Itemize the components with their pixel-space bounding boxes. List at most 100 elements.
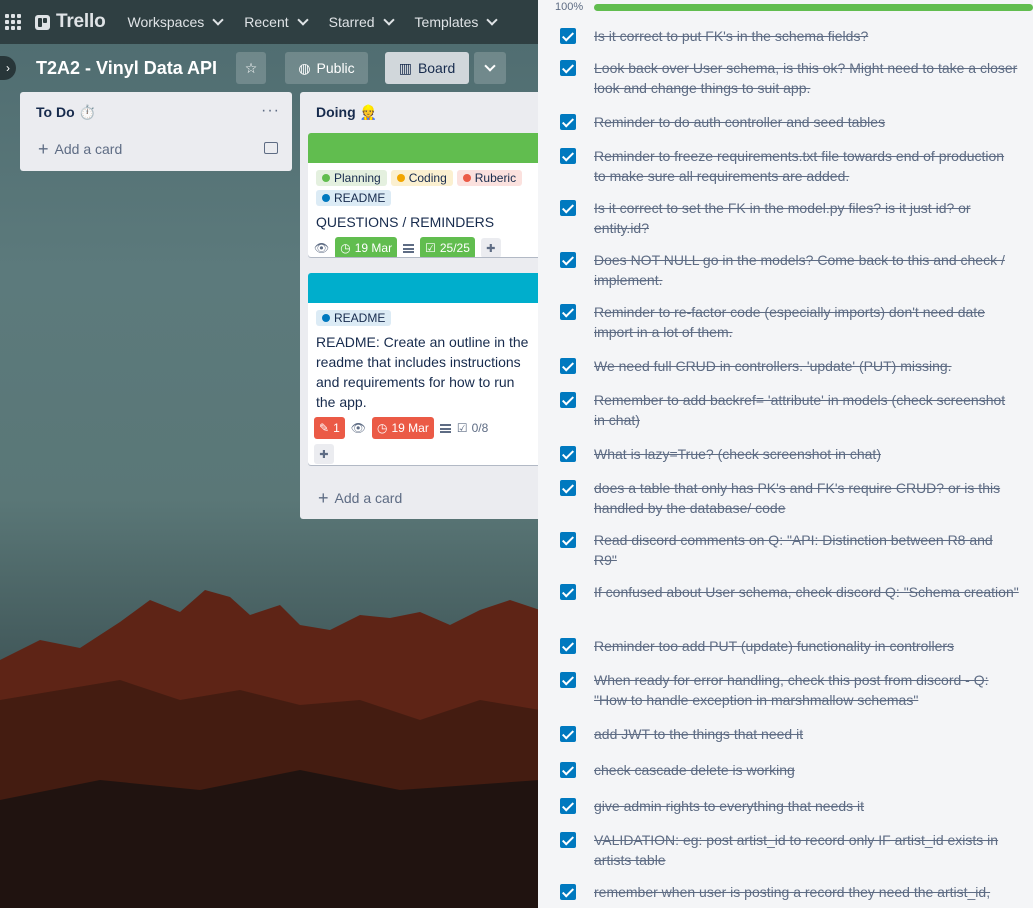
checklist-item-text[interactable]: give admin rights to everything that nee… [594,796,1019,816]
checklist-item-checkbox[interactable] [560,832,576,848]
label-readme[interactable]: README [316,190,392,206]
watching-eye-icon: 👁 [314,241,330,255]
checklist-item-text[interactable]: Reminder to re-factor code (especially i… [594,302,1019,342]
due-date-badge[interactable]: ◷ 19 Mar [335,237,398,257]
board-view-button[interactable]: ▥ Board [385,52,469,84]
checklist-item-text[interactable]: Is it correct to put FK's in the schema … [594,26,1019,46]
view-switcher-button[interactable] [474,52,506,84]
comment-count: 1 [333,421,340,435]
recent-label: Recent [244,14,289,30]
checklist-item-checkbox[interactable] [560,762,576,778]
watching-eye-icon: 👁 [350,421,366,435]
clock-icon: ◷ [376,421,388,435]
trello-logo-icon [35,14,50,30]
card-labels: Planning Coding Ruberic README [308,163,542,206]
checklist-item-text[interactable]: Reminder to do auth controller and seed … [594,112,1019,132]
visibility-button[interactable]: ◍ Public [285,52,368,84]
checklist-item-checkbox[interactable] [560,252,576,268]
label-text: README [334,191,386,205]
checklist-badge: ☑ 0/8 [457,421,488,435]
checklist-item-text[interactable]: What is lazy=True? (check screenshot in … [594,444,1019,464]
checklist-item-text[interactable]: check cascade delete is working [594,760,1019,780]
checklist-item-checkbox[interactable] [560,480,576,496]
checklist-count: 0/8 [471,421,489,435]
checklist-item-text[interactable]: If confused about User schema, check dis… [594,582,1019,602]
list-title[interactable]: To Do ⏱️ [36,104,96,121]
checklist-item-checkbox[interactable] [560,726,576,742]
checklist-progress-percent: 100% [555,1,584,13]
checklist-item-text[interactable]: does a table that only has PK's and FK's… [594,478,1019,518]
checklist-item-text[interactable]: Is it correct to set the FK in the model… [594,198,1019,238]
star-icon: ☆ [244,59,258,76]
list-title[interactable]: Doing 👷 [316,104,377,121]
checklist-item-checkbox[interactable] [560,638,576,654]
templates-menu[interactable]: Templates [415,14,499,30]
checklist-progress-bar [594,4,1033,11]
checklist-item-text[interactable]: Reminder to freeze requirements.txt file… [594,146,1019,186]
due-date-text: 19 Mar [354,241,393,255]
card-questions-reminders[interactable]: Planning Coding Ruberic README QUESTIONS… [308,133,542,257]
board-view-icon: ▥ [398,59,412,76]
recent-menu[interactable]: Recent [244,14,309,30]
starred-menu[interactable]: Starred [329,14,395,30]
card-template-icon[interactable] [264,142,278,154]
checklist-item-text[interactable]: remember when user is posting a record t… [594,882,1019,902]
checklist-item-checkbox[interactable] [560,60,576,76]
checklist-item-text[interactable]: add JWT to the things that need it [594,724,1019,744]
checklist-item-checkbox[interactable] [560,114,576,130]
chevron-right-icon: › [6,61,10,75]
checklist-item-text[interactable]: Look back over User schema, is this ok? … [594,58,1019,98]
checklist-item-text[interactable]: When ready for error handling, check thi… [594,670,1019,710]
checkbox-icon: ☑ [425,241,436,255]
checklist-item-checkbox[interactable] [560,672,576,688]
label-dot [322,314,330,322]
trello-logo[interactable]: Trello [35,11,106,33]
checklist-item-text[interactable]: Read discord comments on Q: "API: Distin… [594,530,1019,570]
label-ruberic[interactable]: Ruberic [456,170,523,186]
checklist-item-checkbox[interactable] [560,446,576,462]
checklist-count: 25/25 [439,241,470,255]
checkbox-icon: ☑ [456,421,468,435]
pin-icon[interactable]: ✚ [480,238,501,257]
description-icon [403,243,415,253]
checklist-item-checkbox[interactable] [560,200,576,216]
label-planning[interactable]: Planning [316,170,387,186]
checklist-item-checkbox[interactable] [560,884,576,900]
card-badges: 👁 ◷ 19 Mar ☑ 25/25 ✚ [308,232,542,257]
checklist-item-text[interactable]: VALIDATION: eg: post artist_id to record… [594,830,1019,870]
checklist-item-checkbox[interactable] [560,304,576,320]
workspaces-menu[interactable]: Workspaces [127,14,224,30]
checklist-item-text[interactable]: We need full CRUD in controllers. 'updat… [594,356,1019,376]
card-cover [308,133,542,163]
checklist-item-checkbox[interactable] [560,28,576,44]
clock-icon: ◷ [340,241,351,255]
checklist-item-checkbox[interactable] [560,358,576,374]
checklist-item-checkbox[interactable] [560,584,576,600]
label-readme[interactable]: README [316,310,392,326]
add-card-button[interactable]: + Add a card [38,140,122,158]
star-board-button[interactable]: ☆ [236,52,266,84]
list-todo: To Do ⏱️ ··· + Add a card [20,92,292,171]
board-title[interactable]: T2A2 - Vinyl Data API [36,58,217,79]
checklist-item-text[interactable]: Remember to add backref= 'attribute' in … [594,390,1019,430]
comment-icon: ✎ [319,421,330,435]
app-switcher-icon[interactable] [5,14,21,30]
checklist-item-checkbox[interactable] [560,148,576,164]
card-detail-checklist-panel: 100% Is it correct to put FK's in the sc… [538,0,1033,908]
list-menu-button[interactable]: ··· [261,102,280,120]
checklist-item-checkbox[interactable] [560,532,576,548]
card-title: QUESTIONS / REMINDERS [316,214,495,230]
checklist-item-text[interactable]: Reminder too add PUT (update) functional… [594,636,1019,656]
checklist-item-checkbox[interactable] [560,798,576,814]
checklist-item-checkbox[interactable] [560,392,576,408]
visibility-label: Public [316,60,355,76]
add-card-button[interactable]: + Add a card [318,488,402,508]
due-date-text: 19 Mar [391,421,429,435]
label-text: Planning [334,171,381,185]
checklist-item-text[interactable]: Does NOT NULL go in the models? Come bac… [594,250,1019,290]
card-readme-outline[interactable]: README README: Create an outline in the … [308,273,542,465]
plus-icon: + [318,488,329,508]
pin-icon[interactable]: ✚ [314,444,334,464]
due-date-badge[interactable]: ◷ 19 Mar [371,417,434,439]
label-coding[interactable]: Coding [390,170,453,186]
